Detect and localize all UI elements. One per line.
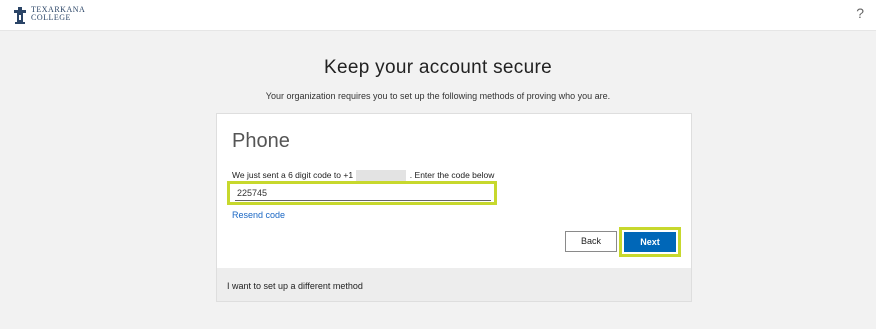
card-footer: I want to set up a different method bbox=[217, 268, 691, 301]
top-bar: TEXARKANA COLLEGE ? bbox=[0, 0, 876, 31]
college-logo: TEXARKANA COLLEGE bbox=[12, 6, 85, 24]
instruction-text-end: . Enter the code below bbox=[409, 170, 495, 180]
next-button[interactable]: Next bbox=[624, 232, 676, 252]
page-title: Keep your account secure bbox=[324, 57, 552, 78]
page-subtitle: Your organization requires you to set up… bbox=[265, 91, 611, 101]
verification-card: Phone We just sent a 6 digit code to +1 … bbox=[216, 113, 692, 302]
logo-line-2: COLLEGE bbox=[31, 13, 71, 22]
code-input-highlight bbox=[227, 181, 497, 205]
redacted-phone-number bbox=[356, 170, 407, 182]
back-button[interactable]: Back bbox=[565, 231, 617, 252]
resend-code-link[interactable]: Resend code bbox=[232, 210, 285, 220]
instruction-text-start: We just sent a 6 digit code to +1 bbox=[232, 170, 354, 180]
code-instruction: We just sent a 6 digit code to +1 . Ente… bbox=[232, 170, 495, 182]
verification-code-input[interactable] bbox=[235, 186, 491, 201]
next-button-highlight: Next bbox=[619, 227, 681, 257]
method-title: Phone bbox=[232, 130, 290, 152]
logo-wordmark: TEXARKANA COLLEGE bbox=[31, 6, 85, 22]
help-icon[interactable]: ? bbox=[856, 5, 864, 21]
different-method-link[interactable]: I want to set up a different method bbox=[227, 281, 363, 291]
tower-emblem-icon bbox=[14, 7, 26, 24]
